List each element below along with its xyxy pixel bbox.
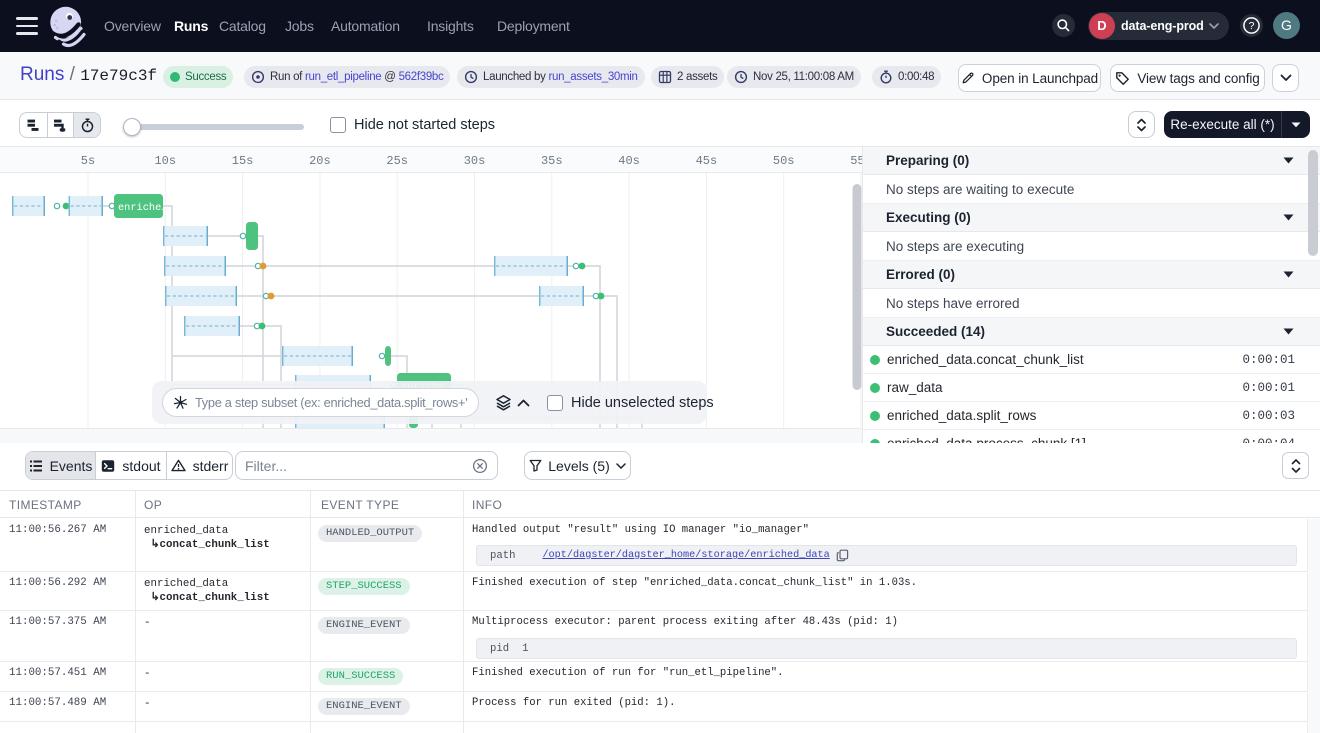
svg-text:45s: 45s	[696, 154, 718, 168]
svg-text:?: ?	[1249, 20, 1255, 32]
svg-text:10s: 10s	[154, 154, 176, 168]
svg-text:30s: 30s	[464, 154, 486, 168]
svg-text:40s: 40s	[618, 154, 640, 168]
svg-text:55s: 55s	[850, 154, 862, 168]
svg-text:15s: 15s	[232, 154, 254, 168]
svg-text:20s: 20s	[309, 154, 331, 168]
svg-text:50s: 50s	[773, 154, 795, 168]
svg-text:enriche…: enriche…	[118, 202, 167, 214]
svg-text:35s: 35s	[541, 154, 563, 168]
svg-text:25s: 25s	[386, 154, 408, 168]
svg-text:5s: 5s	[81, 154, 95, 168]
